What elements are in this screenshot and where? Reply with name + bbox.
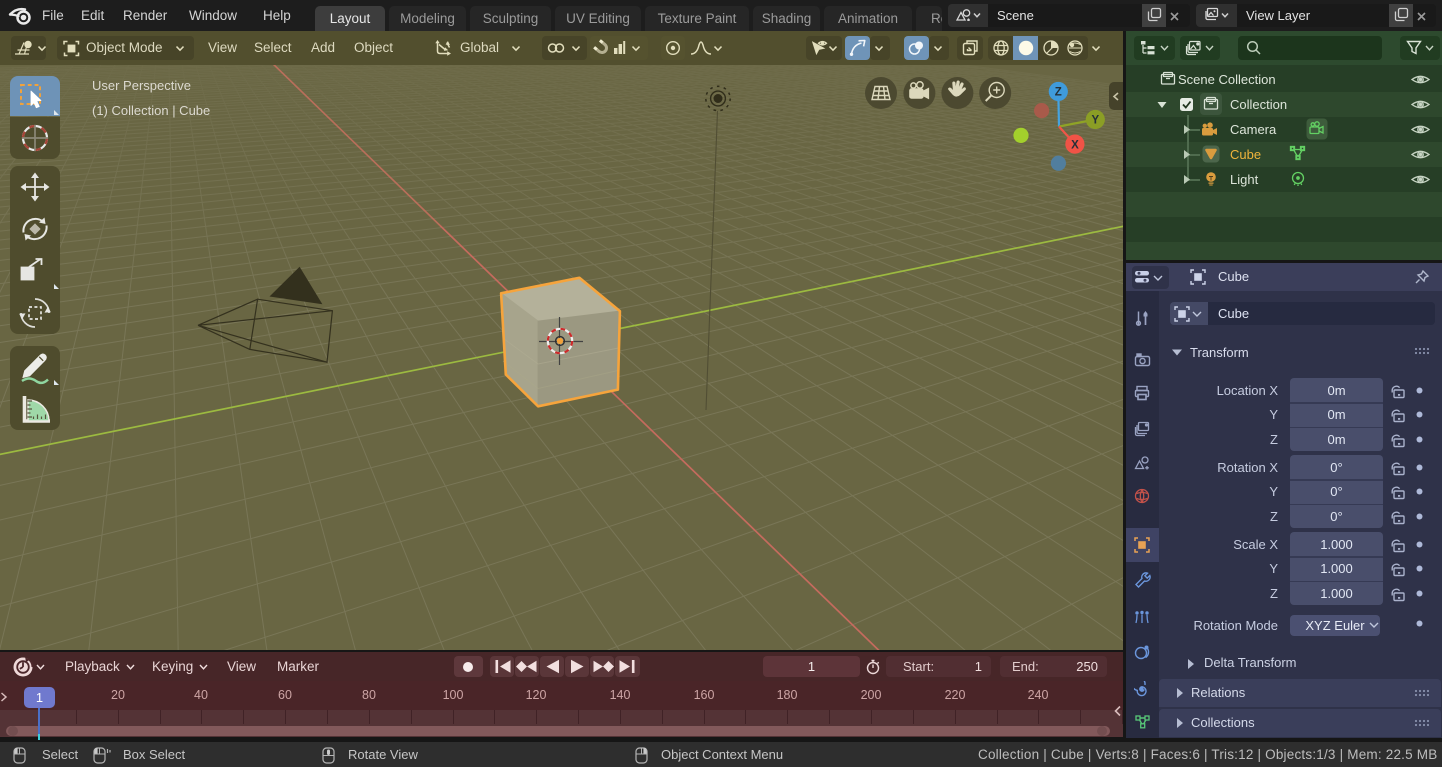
svg-text:X: X: [1071, 139, 1079, 151]
svg-text:Z: Z: [1055, 87, 1062, 99]
svg-text:Y: Y: [1091, 115, 1099, 127]
